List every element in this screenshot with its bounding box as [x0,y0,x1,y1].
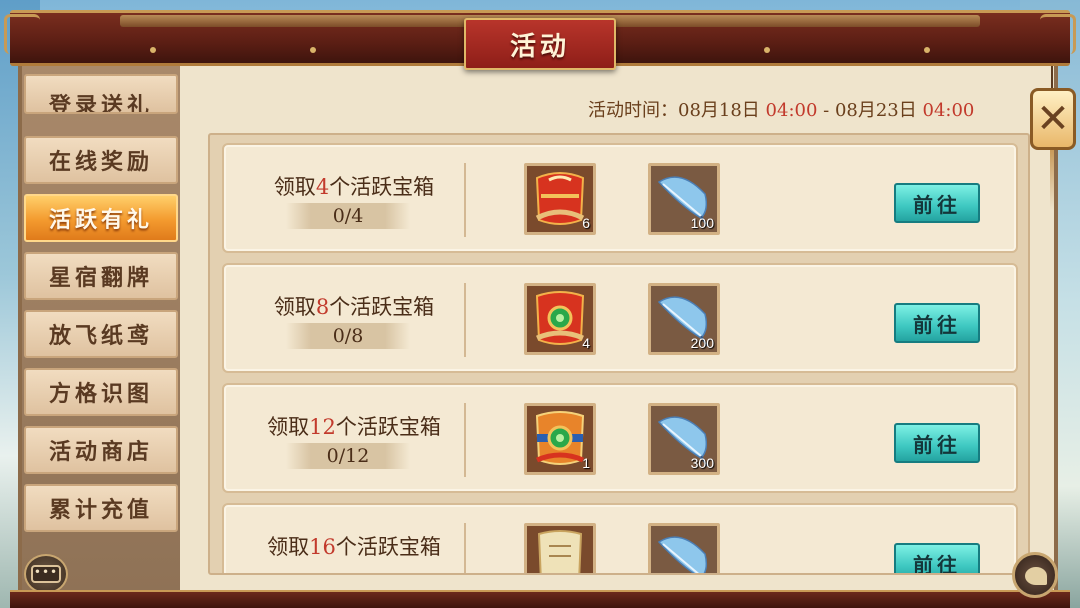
event-time-separator: - [817,100,835,121]
reward-count: 1 [582,455,590,471]
scroll-pouch-icon [527,526,593,573]
reward-slot[interactable]: 300 [648,403,720,475]
task-list[interactable]: 领取4个活跃宝箱 0/4 6 100 前往 领取8个活跃宝箱 0/8 4 200… [208,133,1030,575]
close-icon: ✕ [1036,96,1070,142]
sidebar-tab-label: 活跃有礼 [48,207,153,233]
task-prefix: 领取 [267,535,310,559]
window-title: 活动 [509,31,570,62]
reward-slot[interactable]: 100 [648,163,720,235]
task-title: 领取4个活跃宝箱 [244,171,464,201]
go-button[interactable]: 前往 [894,543,980,575]
sidebar-tab-star-flip[interactable]: 星宿翻牌 [24,252,178,300]
task-row: 领取12个活跃宝箱 0/12 1 300 前往 [222,383,1018,493]
leaf-emblem-icon [1025,567,1047,585]
task-prefix: 领取 [273,175,316,199]
reward-slot[interactable]: 1 [524,403,596,475]
go-button-label: 前往 [913,552,961,575]
task-suffix: 个活跃宝箱 [335,535,441,559]
chat-icon: ••• [31,565,61,583]
go-button[interactable]: 前往 [894,303,980,343]
row-divider [464,523,466,573]
event-time-label: 活动时间： [588,100,678,121]
task-suffix: 个活跃宝箱 [335,415,441,439]
window-title-plate: 活动 [464,18,616,70]
task-progress: 0/4 [286,203,410,229]
sidebar-tab-event-shop[interactable]: 活动商店 [24,426,178,474]
sidebar-tab-active-gift[interactable]: 活跃有礼 [24,194,178,242]
corner-ornament-right [1040,14,1076,54]
reward-slot[interactable]: 200 [648,283,720,355]
task-suffix: 个活跃宝箱 [329,175,435,199]
rivet-icon [310,47,316,53]
lantern-string [1051,66,1053,90]
go-button-label: 前往 [913,192,961,217]
task-number: 16 [309,535,336,559]
reward-slot[interactable]: 4 [524,283,596,355]
task-title: 领取16个活跃宝箱 [244,531,464,561]
task-number: 12 [309,415,336,439]
event-end-date: 08月23日 [834,100,917,121]
task-prefix: 领取 [273,295,316,319]
sidebar-tab-login-gift[interactable]: 登录送礼 [24,74,178,114]
event-start-time: 04:00 [765,100,818,121]
task-suffix: 个活跃宝箱 [329,295,435,319]
event-time: 活动时间：08月18日 04:00 - 08月23日 04:00 [588,96,975,121]
rivet-icon [764,47,770,53]
corner-ornament-left [4,14,40,54]
task-prefix: 领取 [267,415,310,439]
rivet-icon [150,47,156,53]
go-button[interactable]: 前往 [894,183,980,223]
go-button[interactable]: 前往 [894,423,980,463]
task-row: 领取4个活跃宝箱 0/4 6 100 前往 [222,143,1018,253]
task-number: 8 [315,295,330,319]
row-divider [464,283,466,357]
row-divider [464,163,466,237]
sidebar-tab-recharge[interactable]: 累计充值 [24,484,178,532]
sidebar-tab-label: 方格识图 [48,381,153,407]
reward-count: 300 [690,455,714,471]
task-row: 领取16个活跃宝箱 前往 [222,503,1018,575]
lantern-tassel [1050,150,1054,210]
rivet-icon [924,47,930,53]
sidebar-tab-label: 登录送礼 [48,93,153,114]
task-row: 领取8个活跃宝箱 0/8 4 200 前往 [222,263,1018,373]
go-button-label: 前往 [913,432,961,457]
reward-count: 4 [582,335,590,351]
sidebar-tab-label: 累计充值 [48,497,153,523]
task-number: 4 [315,175,330,199]
event-end-time: 04:00 [922,100,975,121]
task-title: 领取8个活跃宝箱 [244,291,464,321]
task-title: 领取12个活跃宝箱 [244,411,464,441]
row-divider [464,403,466,477]
blue-feather-icon [651,526,717,573]
reward-slot[interactable]: 6 [524,163,596,235]
sidebar: 登录送礼 在线奖励 活跃有礼 星宿翻牌 放飞纸鸢 方格识图 活动商店 累计充值 [22,66,180,592]
sidebar-tab-grid-puzzle[interactable]: 方格识图 [24,368,178,416]
go-button-label: 前往 [913,312,961,337]
reward-count: 200 [690,335,714,351]
task-progress: 0/12 [286,443,410,469]
event-start-date: 08月18日 [678,100,760,121]
reward-count: 6 [582,215,590,231]
sidebar-tab-online-reward[interactable]: 在线奖励 [24,136,178,184]
sidebar-tab-label: 星宿翻牌 [48,265,153,291]
reward-count: 100 [690,215,714,231]
bottom-frame-bar [10,590,1070,608]
close-button[interactable]: ✕ [1030,88,1076,150]
sidebar-tab-label: 在线奖励 [48,149,153,175]
sidebar-tab-label: 放飞纸鸢 [48,323,153,349]
task-progress: 0/8 [286,323,410,349]
sidebar-tab-kite[interactable]: 放飞纸鸢 [24,310,178,358]
corner-menu-button[interactable] [1012,552,1058,598]
reward-slot[interactable] [648,523,720,573]
sidebar-tab-label: 活动商店 [48,439,153,465]
reward-slot[interactable] [524,523,596,573]
chat-button[interactable]: ••• [24,554,68,594]
